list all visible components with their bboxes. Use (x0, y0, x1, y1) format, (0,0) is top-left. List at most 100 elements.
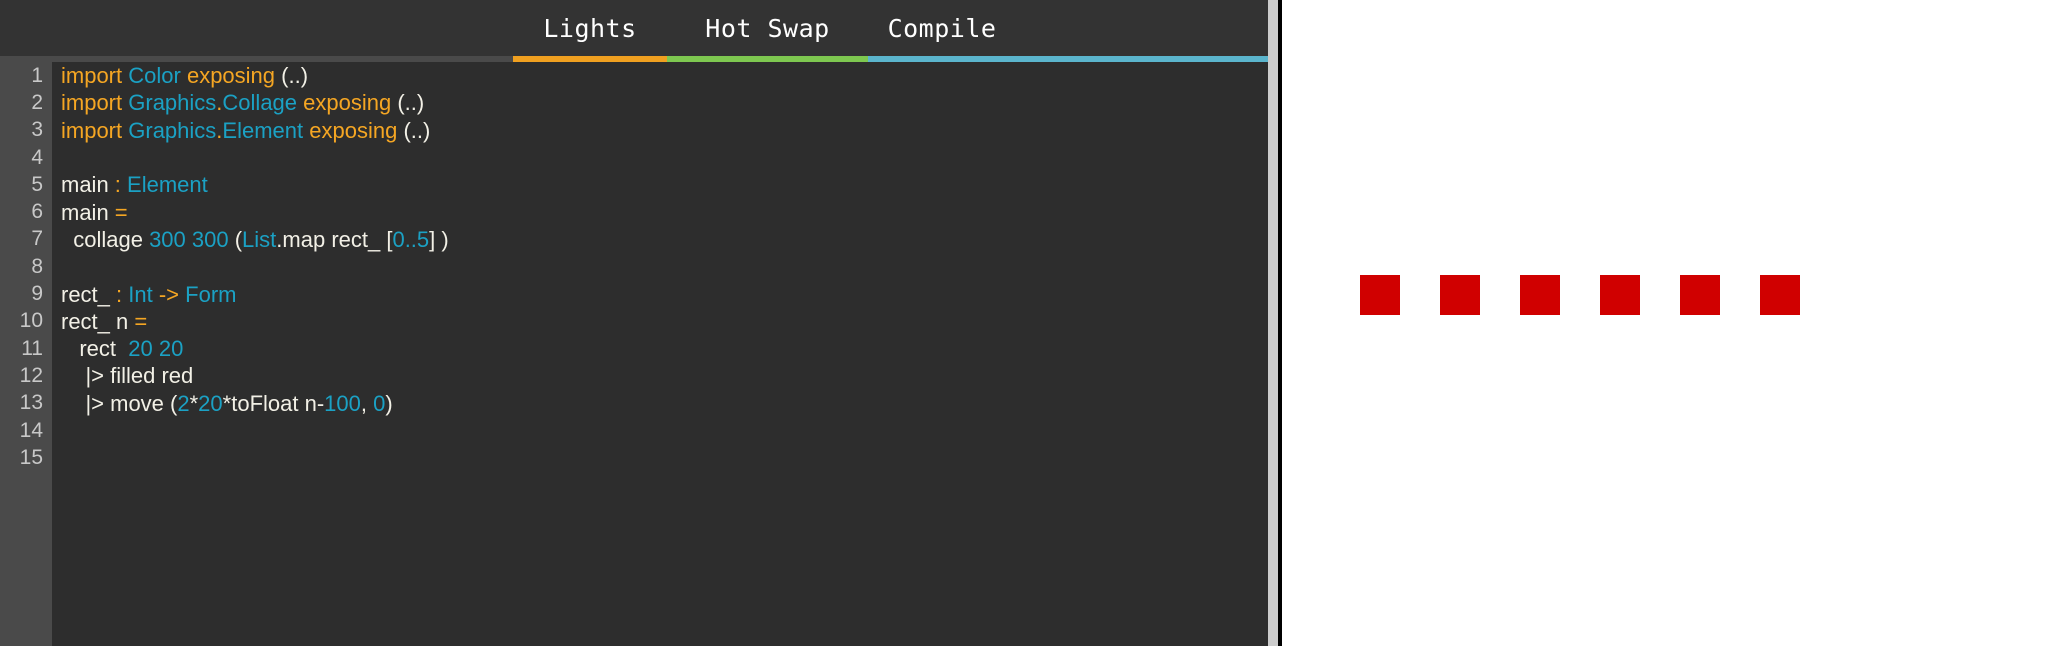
code-token: Graphics (128, 90, 217, 116)
code-token: (..) (275, 63, 309, 89)
line-number: 3 (31, 118, 43, 142)
code-line[interactable]: 6 main = (0, 198, 1268, 225)
code-token: 0 (373, 390, 386, 416)
preview-red-square (1680, 275, 1720, 315)
line-number: 11 (21, 336, 43, 360)
code-line[interactable]: 12 |> filled red (0, 362, 1268, 389)
code-token: exposing (186, 63, 276, 89)
tab-compile[interactable]: Compile (868, 0, 1016, 56)
code-token: (..) (397, 117, 431, 143)
code-token: import (61, 63, 129, 89)
code-line[interactable]: 1 import Color exposing (..) (0, 62, 1268, 89)
tab-hot-swap-label: Hot Swap (705, 13, 830, 43)
code-line[interactable]: 4 (0, 144, 1268, 171)
code-token: Element (127, 172, 208, 198)
code-line[interactable]: 7 collage 300 300 (List.map rect_ [0..5]… (0, 226, 1268, 253)
code-editor-pane: Lights Hot Swap Compile 1 import Color ex… (0, 0, 1268, 646)
code-token: rect (61, 336, 129, 362)
code-line-text[interactable]: main = (52, 199, 1268, 226)
preview-red-square (1440, 275, 1480, 315)
line-number: 15 (19, 445, 43, 469)
code-token: 20 (198, 390, 223, 416)
editor-vertical-scrollbar[interactable] (1268, 0, 1278, 646)
code-line-text[interactable]: |> move (2*20*toFloat n-100, 0) (52, 390, 1268, 417)
preview-red-square (1600, 275, 1640, 315)
code-token: (..) (391, 90, 425, 116)
code-token: * (189, 390, 199, 416)
code-token: import (61, 117, 129, 143)
tab-compile-label: Compile (887, 13, 997, 43)
code-line[interactable]: 8 (0, 253, 1268, 280)
code-line[interactable]: 9 rect_ : Int -> Form (0, 280, 1268, 307)
code-line-text[interactable]: |> filled red (52, 362, 1268, 389)
preview-red-square (1360, 275, 1400, 315)
code-line[interactable]: 15 (0, 444, 1268, 471)
code-token: = (114, 199, 128, 225)
code-line[interactable]: 5 main : Element (0, 171, 1268, 198)
code-token: 300 300 (149, 226, 229, 252)
line-number: 4 (31, 145, 43, 169)
code-token: *toFloat n- (222, 390, 325, 416)
code-token: -> (152, 281, 186, 307)
code-line-text[interactable]: rect_ : Int -> Form (52, 281, 1268, 308)
code-token: rect_ n (61, 308, 135, 334)
code-line[interactable]: 10 rect_ n = (0, 308, 1268, 335)
code-token: : (116, 281, 129, 307)
code-token: 0..5 (392, 226, 430, 252)
code-line-text[interactable]: rect_ n = (52, 308, 1268, 335)
app-root: Lights Hot Swap Compile 1 import Color ex… (0, 0, 2054, 646)
preview-red-square (1760, 275, 1800, 315)
preview-pane (1282, 0, 2054, 646)
line-number: 7 (31, 227, 43, 251)
tab-hot-swap[interactable]: Hot Swap (667, 0, 868, 56)
code-token: , (360, 390, 374, 416)
editor-toolbar: Lights Hot Swap Compile (0, 0, 1268, 56)
line-number: 2 (31, 90, 43, 114)
code-line-text[interactable]: rect 20 20 (52, 335, 1268, 362)
line-number: 8 (31, 254, 43, 278)
code-token: = (134, 308, 148, 334)
tab-lights[interactable]: Lights (513, 0, 667, 56)
code-token: Collage (222, 90, 298, 116)
code-token: ) (385, 390, 393, 416)
tab-lights-label: Lights (543, 13, 637, 43)
code-line[interactable]: 2 import Graphics.Collage exposing (..) (0, 89, 1268, 116)
code-token: Int (128, 281, 153, 307)
line-number: 5 (31, 172, 43, 196)
code-token: exposing (309, 117, 398, 143)
code-line[interactable]: 13 |> move (2*20*toFloat n-100, 0) (0, 390, 1268, 417)
code-token: List (242, 226, 277, 252)
code-token: 2 (177, 390, 190, 416)
code-line-text[interactable]: main : Element (52, 171, 1268, 198)
code-lines[interactable]: 1 import Color exposing (..) 2 import Graph… (0, 62, 1268, 646)
code-line-text[interactable]: collage 300 300 (List.map rect_ [0..5] ) (52, 226, 1268, 253)
code-token: 100 (324, 390, 361, 416)
code-token: 20 20 (128, 336, 184, 362)
code-token: Color (128, 63, 181, 89)
code-line[interactable]: 3 import Graphics.Element exposing (..) (0, 117, 1268, 144)
line-number: 6 (31, 200, 43, 224)
line-number: 1 (31, 63, 43, 87)
preview-red-square (1520, 275, 1560, 315)
code-line-text[interactable]: import Color exposing (..) (52, 62, 1268, 89)
code-line-text[interactable]: import Graphics.Element exposing (..) (52, 117, 1268, 144)
code-token: rect_ (61, 281, 117, 307)
code-token: main (61, 172, 115, 198)
code-token: exposing (303, 90, 392, 116)
code-token: .map rect_ [ (276, 226, 393, 252)
code-token: : (114, 172, 128, 198)
code-token: |> move ( (61, 390, 178, 416)
code-surface[interactable]: 1 import Color exposing (..) 2 import Graph… (0, 62, 1268, 646)
code-token: collage (61, 226, 150, 252)
code-line[interactable]: 11 rect 20 20 (0, 335, 1268, 362)
line-number: 10 (19, 309, 43, 333)
code-line-text[interactable]: import Graphics.Collage exposing (..) (52, 89, 1268, 116)
line-number: 14 (19, 418, 43, 442)
line-number: 12 (19, 363, 43, 387)
code-token: main (61, 199, 115, 225)
code-token: ] ) (429, 226, 449, 252)
code-line[interactable]: 14 (0, 417, 1268, 444)
code-token: |> filled red (61, 363, 194, 389)
line-number: 13 (19, 391, 43, 415)
line-number: 9 (31, 282, 43, 306)
